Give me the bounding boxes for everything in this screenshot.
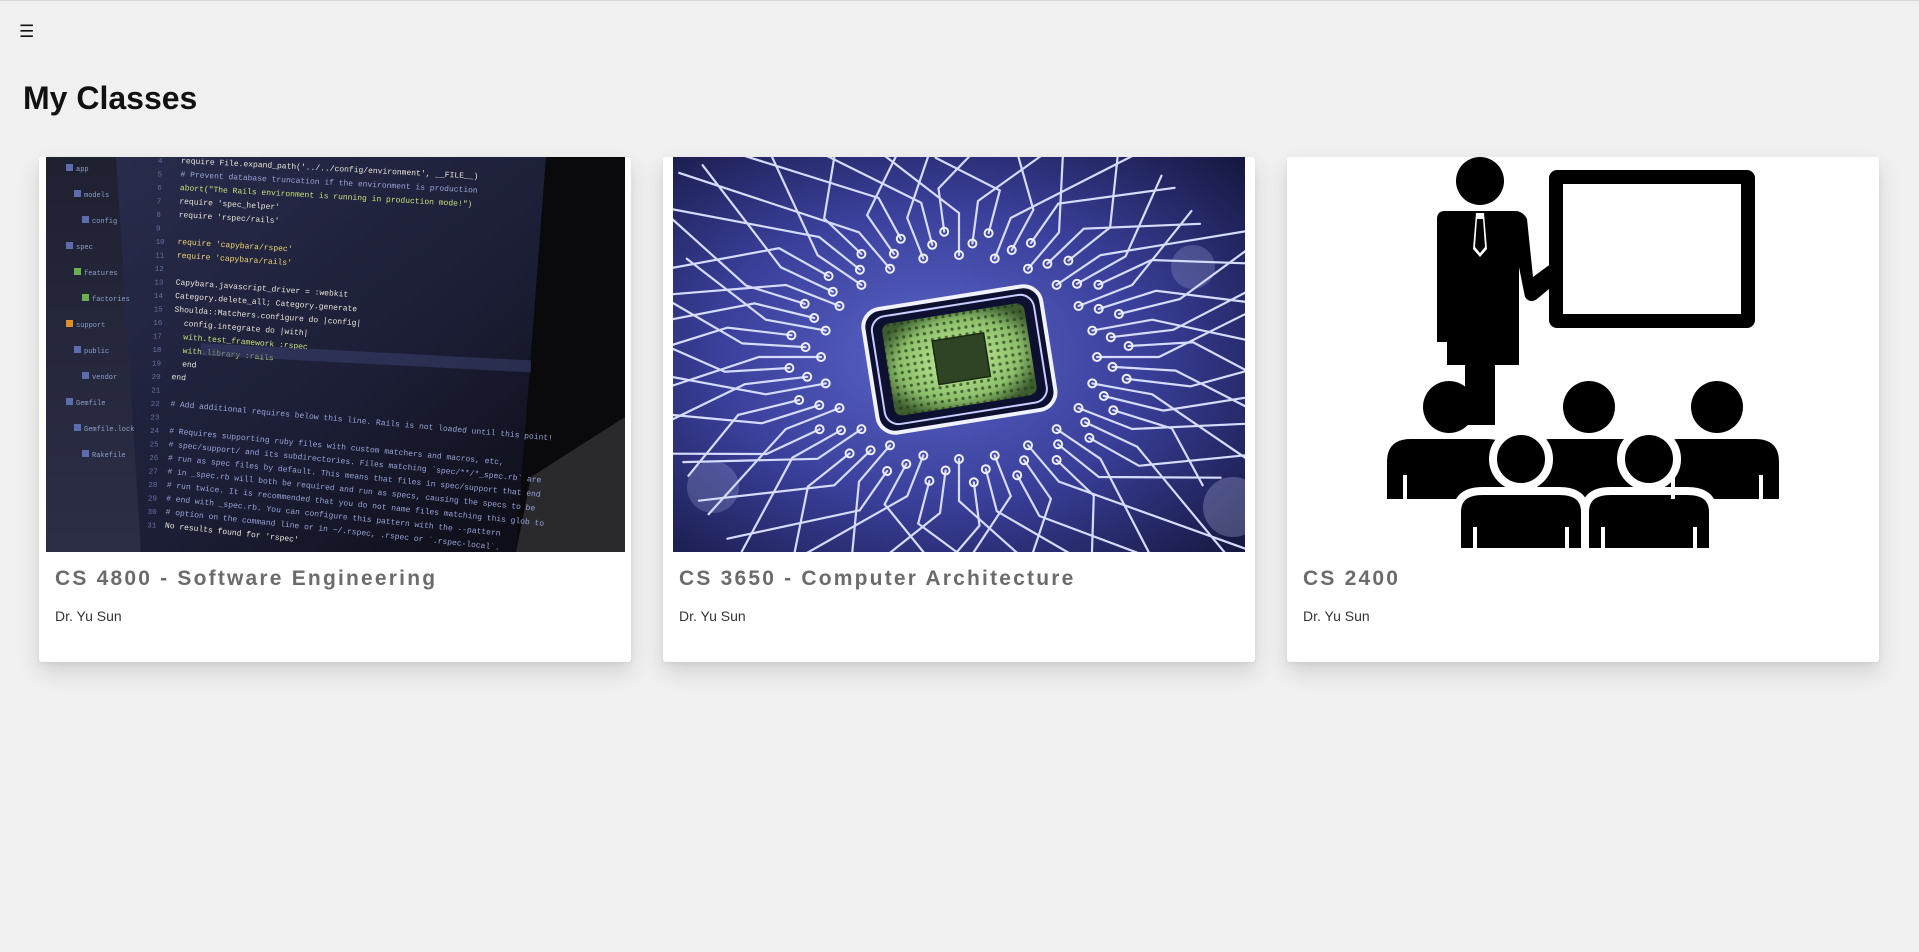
file-tree-item: features xyxy=(84,270,118,278)
line-number: 5 xyxy=(158,172,163,180)
classroom-presentation-icon xyxy=(1287,157,1879,552)
hamburger-menu-icon[interactable]: ☰ xyxy=(19,22,34,42)
line-number: 23 xyxy=(150,415,160,423)
folder-icon xyxy=(82,450,89,457)
line-number: 30 xyxy=(148,509,158,517)
file-tree-item: Rakefile xyxy=(92,452,126,460)
class-title[interactable]: CS 2400 xyxy=(1303,567,1400,591)
class-instructor: Dr. Yu Sun xyxy=(679,608,746,624)
class-title[interactable]: CS 4800 - Software Engineering xyxy=(55,567,437,591)
code-line: end xyxy=(182,360,197,370)
line-number: 4 xyxy=(158,158,163,166)
file-tree-item: config xyxy=(92,218,117,226)
file-tree-item: spec xyxy=(76,244,93,252)
file-tree-item: app xyxy=(76,166,89,174)
folder-icon xyxy=(66,398,73,405)
circuit-chip-photo-icon xyxy=(673,157,1245,552)
class-card-cs2400[interactable]: CS 2400 Dr. Yu Sun xyxy=(1287,157,1879,662)
file-tree-item: vendor xyxy=(92,374,117,382)
folder-icon xyxy=(74,190,81,197)
line-number: 27 xyxy=(149,469,158,477)
line-number: 12 xyxy=(155,266,164,274)
folder-icon xyxy=(74,424,81,431)
line-number: 22 xyxy=(151,401,160,409)
file-tree-item: Gemfile.lock xyxy=(84,426,134,434)
folder-icon xyxy=(82,372,89,379)
code-line: end xyxy=(171,373,186,383)
line-number: 16 xyxy=(153,320,163,328)
line-number: 19 xyxy=(152,361,161,369)
folder-icon xyxy=(82,216,89,223)
line-number: 25 xyxy=(150,442,160,450)
folder-icon xyxy=(74,346,81,353)
folder-icon xyxy=(82,294,89,301)
file-tree-item: Gemfile xyxy=(76,400,105,408)
line-number: 26 xyxy=(149,455,159,463)
line-number: 14 xyxy=(154,293,164,301)
line-number: 15 xyxy=(154,307,164,315)
line-number: 8 xyxy=(156,212,161,220)
file-tree-item: models xyxy=(84,192,109,200)
file-tree-item: public xyxy=(84,348,109,356)
line-number: 29 xyxy=(148,496,157,504)
class-title[interactable]: CS 3650 - Computer Architecture xyxy=(679,567,1076,591)
folder-icon xyxy=(66,242,73,249)
line-number: 31 xyxy=(147,523,157,531)
code-laptop-photo-icon: app models config spec features factories supp… xyxy=(46,157,625,552)
line-number: 11 xyxy=(155,253,165,261)
line-number: 24 xyxy=(150,428,160,436)
line-number: 21 xyxy=(151,388,161,396)
class-instructor: Dr. Yu Sun xyxy=(1303,608,1370,624)
line-number: 9 xyxy=(156,226,161,234)
folder-icon xyxy=(66,164,73,171)
line-number: 28 xyxy=(148,482,157,490)
class-card-cs4800[interactable]: app models config spec features factories supp… xyxy=(39,157,631,662)
line-number: 10 xyxy=(156,239,166,247)
line-number: 6 xyxy=(157,185,162,193)
file-tree-item: factories xyxy=(92,296,130,304)
page-title: My Classes xyxy=(23,80,198,116)
line-number: 7 xyxy=(157,199,162,207)
line-number: 20 xyxy=(152,374,162,382)
file-tree-item: support xyxy=(76,322,105,330)
line-number: 17 xyxy=(153,334,162,342)
folder-icon xyxy=(74,268,81,275)
top-border xyxy=(0,0,1919,1)
class-card-cs3650[interactable]: CS 3650 - Computer Architecture Dr. Yu S… xyxy=(663,157,1255,662)
line-number: 18 xyxy=(152,347,161,355)
folder-icon xyxy=(66,320,73,327)
class-instructor: Dr. Yu Sun xyxy=(55,608,122,624)
line-number: 13 xyxy=(154,280,164,288)
